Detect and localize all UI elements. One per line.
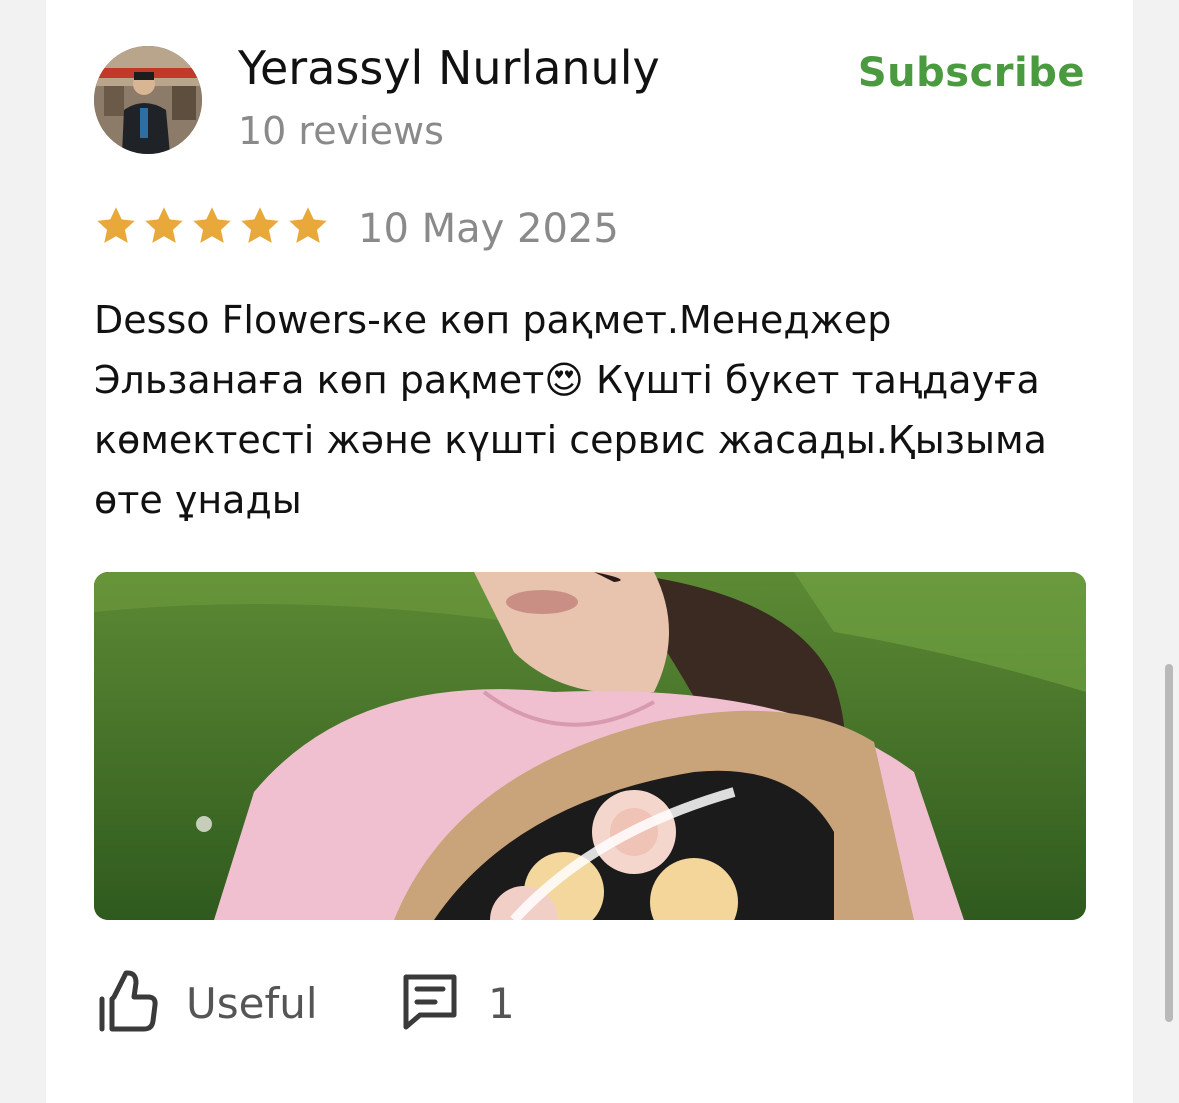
- comment-icon: [400, 971, 460, 1035]
- rating-stars: [94, 204, 330, 252]
- star-icon: [286, 204, 330, 252]
- comments-count: 1: [488, 978, 515, 1028]
- comments-button[interactable]: 1: [400, 968, 515, 1038]
- review-photo[interactable]: [94, 572, 1086, 920]
- page: Yerassyl Nurlanuly 10 reviews Subscribe …: [0, 0, 1179, 1103]
- scrollbar[interactable]: [1165, 664, 1173, 1022]
- useful-button[interactable]: Useful: [98, 968, 318, 1038]
- star-icon: [190, 204, 234, 252]
- author-avatar[interactable]: [94, 46, 202, 154]
- review-date: 10 May 2025: [358, 206, 619, 252]
- review-text: Desso Flowers-ке көп рақмет.Менеджер Эль…: [94, 298, 1047, 522]
- useful-label: Useful: [186, 978, 318, 1028]
- star-icon: [142, 204, 186, 252]
- author-name[interactable]: Yerassyl Nurlanuly: [238, 40, 660, 96]
- star-icon: [94, 204, 138, 252]
- author-review-count: 10 reviews: [238, 109, 444, 153]
- review-card: Yerassyl Nurlanuly 10 reviews Subscribe …: [46, 0, 1133, 1103]
- subscribe-button[interactable]: Subscribe: [858, 46, 1085, 100]
- thumbs-up-icon: [98, 969, 158, 1037]
- star-icon: [238, 204, 282, 252]
